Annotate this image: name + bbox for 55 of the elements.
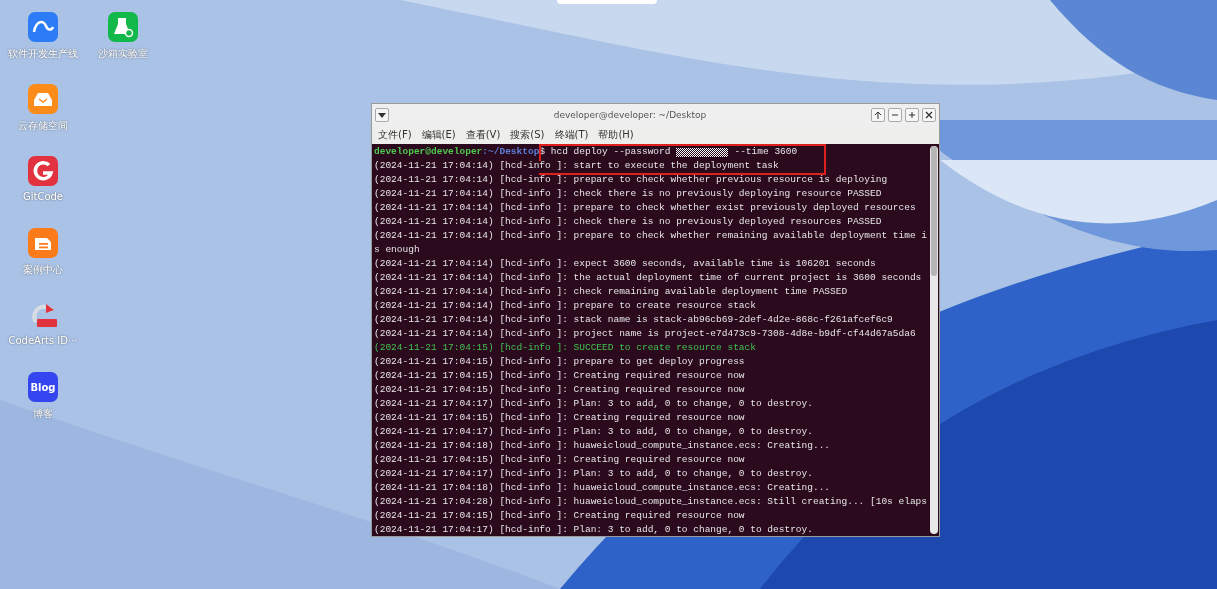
log-line: (2024-11-21 17:04:14) [hcd-info ]: project name is project-e7d473c9-7308-4d8e-b9df-cf44d67a5da6	[374, 327, 917, 341]
log-line: (2024-11-21 17:04:18) [hcd-info ]: huaweicloud_compute_instance.ecs: Creating...	[374, 481, 832, 495]
menu-item[interactable]: 终端(T)	[554, 128, 589, 142]
log-line: (2024-11-21 17:04:15) [hcd-info ]: Creating required resource now	[374, 509, 746, 523]
top-panel-handle[interactable]	[557, 0, 657, 4]
log-line: (2024-11-21 17:04:17) [hcd-info ]: Plan: 3 to add, 0 to change, 0 to destroy.	[374, 425, 814, 439]
log-line: (2024-11-21 17:04:14) [hcd-info ]: check there is no previously deployed resources PASSED	[374, 215, 883, 229]
menu-item[interactable]: 帮助(H)	[598, 128, 634, 142]
log-line: (2024-11-21 17:04:14) [hcd-info ]: prepare to check whether remaining available deployment time i	[374, 229, 928, 243]
close-button[interactable]	[922, 108, 936, 122]
raise-button[interactable]	[871, 108, 885, 122]
log-line: (2024-11-21 17:04:17) [hcd-info ]: Plan: 3 to add, 0 to change, 0 to destroy.	[374, 467, 814, 481]
log-line: (2024-11-21 17:04:28) [hcd-info ]: huaweicloud_compute_instance.ecs: Still creating... [10s elaps	[374, 495, 928, 509]
log-line: (2024-11-21 17:04:15) [hcd-info ]: Creating required resource now	[374, 369, 746, 383]
scrollbar-thumb[interactable]	[931, 146, 937, 276]
app-icon[interactable]	[28, 84, 58, 114]
log-line: (2024-11-21 17:04:14) [hcd-info ]: check remaining available deployment time PASSED	[374, 285, 849, 299]
log-line: (2024-11-21 17:04:15) [hcd-info ]: SUCCEED to create resource stack	[374, 341, 757, 355]
command-text: --time 3600	[734, 145, 798, 159]
log-line: s enough	[374, 243, 421, 257]
log-line: (2024-11-21 17:04:14) [hcd-info ]: prepare to check whether previous resource is deploying	[374, 173, 889, 187]
log-line: (2024-11-21 17:04:17) [hcd-info ]: Plan: 3 to add, 0 to change, 0 to destroy.	[374, 397, 814, 411]
window-menu-button[interactable]	[375, 108, 389, 122]
caret-icon	[378, 112, 386, 118]
log-line: (2024-11-21 17:04:14) [hcd-info ]: prepare to check whether exist previously deployed resources	[374, 201, 917, 215]
log-line: (2024-11-21 17:04:15) [hcd-info ]: Creating required resource now	[374, 383, 746, 397]
menu-item[interactable]: 文件(F)	[378, 128, 412, 142]
app-icon[interactable]	[28, 228, 58, 258]
plus-icon	[908, 111, 916, 119]
app-icon[interactable]	[28, 12, 58, 42]
app-icon[interactable]	[108, 12, 138, 42]
log-line: (2024-11-21 17:04:14) [hcd-info ]: check there is no previously deploying resource PASSED	[374, 187, 883, 201]
app-icon[interactable]: Blog	[28, 372, 58, 402]
log-line: (2024-11-21 17:04:15) [hcd-info ]: Creating required resource now	[374, 453, 746, 467]
log-line: (2024-11-21 17:04:17) [hcd-info ]: Plan: 3 to add, 0 to change, 0 to destroy.	[374, 523, 814, 536]
app-icon[interactable]	[28, 156, 58, 186]
log-line: (2024-11-21 17:04:14) [hcd-info ]: the actual deployment time of current project is 3600 seconds	[374, 271, 923, 285]
menu-item[interactable]: 查看(V)	[465, 128, 501, 142]
prompt-user: developer@developer	[374, 145, 483, 159]
window-title: developer@developer: ~/Desktop	[552, 110, 708, 120]
app-icon-text: Blog	[30, 381, 56, 393]
log-line: (2024-11-21 17:04:14) [hcd-info ]: expect 3600 seconds, available time is 106201 seconds	[374, 257, 877, 271]
log-line: (2024-11-21 17:04:14) [hcd-info ]: stack name is stack-ab96cb69-2def-4d2e-868c-f261afcef6c9	[374, 313, 894, 327]
close-icon	[925, 111, 933, 119]
prompt-path: :~/Desktop	[482, 145, 540, 159]
log-line: (2024-11-21 17:04:15) [hcd-info ]: prepare to get deploy progress	[374, 355, 746, 369]
up-arrow-icon	[874, 111, 882, 119]
log-line: (2024-11-21 17:04:15) [hcd-info ]: Creating required resource now	[374, 411, 746, 425]
minimize-icon	[891, 111, 899, 119]
log-line: (2024-11-21 17:04:14) [hcd-info ]: start to execute the deployment task	[374, 159, 780, 173]
menu-item[interactable]: 编辑(E)	[421, 128, 456, 142]
menu-item[interactable]: 搜索(S)	[510, 128, 545, 142]
log-line: (2024-11-21 17:04:18) [hcd-info ]: huaweicloud_compute_instance.ecs: Creating...	[374, 439, 832, 453]
log-line: (2024-11-21 17:04:14) [hcd-info ]: prepare to create resource stack	[374, 299, 757, 313]
scrollbar[interactable]	[930, 146, 938, 534]
